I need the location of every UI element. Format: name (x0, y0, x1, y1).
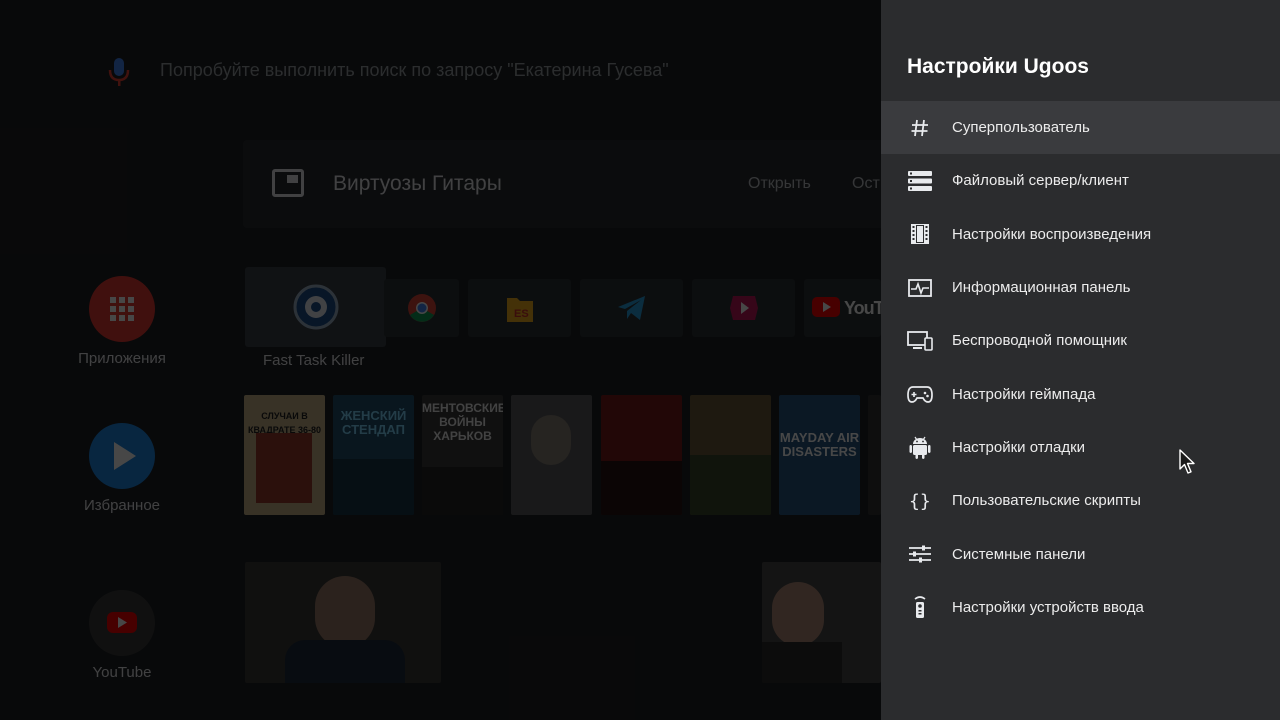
menu-item-system-panels[interactable]: Системные панели (881, 527, 1280, 580)
banner-open-button[interactable]: Открыть (748, 175, 811, 193)
poster-card[interactable] (690, 395, 771, 515)
microphone-icon[interactable] (108, 57, 130, 87)
poster-card[interactable]: ЖЕНСКИЙ СТЕНДАП (333, 395, 414, 515)
gamepad-icon (907, 381, 933, 407)
sliders-icon (907, 541, 933, 567)
film-icon (907, 221, 933, 247)
menu-item-label: Беспроводной помощник (952, 332, 1127, 350)
apps-grid-icon (89, 276, 155, 342)
menu-item-file-server[interactable]: Файловый сервер/клиент (881, 154, 1280, 207)
sidebar-item-apps[interactable]: Приложения (76, 276, 168, 367)
menu-item-label: Настройки геймпада (952, 385, 1096, 403)
menu-item-label: Информационная панель (952, 279, 1131, 297)
poster-card[interactable] (601, 395, 682, 515)
play-icon (89, 423, 155, 489)
menu-item-label: Файловый сервер/клиент (952, 172, 1129, 190)
sidebar-item-label: Избранное (83, 497, 161, 514)
android-icon (907, 434, 933, 460)
braces-icon: {} (907, 488, 933, 514)
menu-item-input-devices[interactable]: Настройки устройств ввода (881, 581, 1280, 634)
sidebar-item-label: Приложения (78, 350, 166, 367)
svg-text:{}: {} (909, 491, 931, 512)
search-hint[interactable]: Попробуйте выполнить поиск по запросу "Е… (160, 60, 669, 81)
youtube-icon (89, 590, 155, 656)
panel-title: Настройки Ugoos (907, 55, 1089, 78)
menu-item-label: Системные панели (952, 545, 1086, 563)
poster-card[interactable] (511, 395, 592, 515)
sidebar-item-label: YouTube (92, 664, 152, 681)
devices-icon (907, 328, 933, 354)
menu-item-playback-settings[interactable]: Настройки воспроизведения (881, 208, 1280, 261)
banner-title: Виртуозы Гитары (333, 172, 502, 195)
poster-card[interactable]: MAYDAY AIR DISASTERS (779, 395, 860, 515)
fast-task-killer-icon (293, 284, 338, 330)
video-player-icon (729, 296, 758, 320)
banner-secondary-button[interactable]: Ост (852, 175, 880, 193)
menu-item-user-scripts[interactable]: {} Пользовательские скрипты (881, 474, 1280, 527)
hash-icon (907, 115, 933, 141)
remote-icon (907, 594, 933, 620)
es-file-explorer-icon: ES (506, 298, 533, 322)
focused-app-label: Fast Task Killer (263, 352, 365, 369)
monitor-pulse-icon (907, 275, 933, 301)
ugoos-settings-panel: Настройки Ugoos Суперпользователь Файлов… (881, 0, 1280, 720)
video-thumbnail[interactable] (762, 562, 881, 683)
app-tile-video-player[interactable] (692, 279, 795, 337)
menu-item-gamepad-settings[interactable]: Настройки геймпада (881, 367, 1280, 420)
featured-banner[interactable]: Виртуозы Гитары Открыть Ост (243, 140, 943, 228)
app-tile-telegram[interactable] (580, 279, 683, 337)
telegram-icon (617, 296, 645, 320)
menu-item-label: Пользовательские скрипты (952, 492, 1141, 510)
poster-card[interactable] (868, 395, 881, 515)
sidebar-item-favorites[interactable]: Избранное (76, 423, 168, 514)
menu-item-label: Настройки отладки (952, 438, 1086, 456)
menu-item-superuser[interactable]: Суперпользователь (881, 101, 1280, 155)
poster-card[interactable]: СЛУЧАИ В КВАДРАТЕ 36-80 (244, 395, 325, 515)
app-tile-youtube[interactable]: YouTu (804, 279, 893, 337)
youtube-icon (812, 297, 840, 317)
picture-in-picture-icon (272, 169, 304, 197)
video-thumbnail[interactable] (245, 562, 441, 683)
app-tile-chrome[interactable] (384, 279, 459, 337)
menu-item-label: Настройки устройств ввода (952, 598, 1144, 616)
app-tile-fast-task-killer[interactable] (245, 267, 386, 347)
menu-item-label: Настройки воспроизведения (952, 225, 1152, 243)
menu-item-wireless-assistant[interactable]: Беспроводной помощник (881, 314, 1280, 367)
app-tile-es-explorer[interactable]: ES (468, 279, 571, 337)
sidebar-item-youtube[interactable]: YouTube (76, 590, 168, 681)
menu-item-debug-settings[interactable]: Настройки отладки (881, 421, 1280, 474)
svg-text:ES: ES (514, 308, 529, 320)
chrome-icon (407, 294, 436, 322)
poster-card[interactable]: МЕНТОВСКИЕ ВОЙНЫ ХАРЬКОВ (422, 395, 503, 515)
menu-item-info-panel[interactable]: Информационная панель (881, 261, 1280, 314)
settings-menu: Суперпользователь Файловый сервер/клиент… (881, 101, 1280, 634)
menu-item-label: Суперпользователь (952, 119, 1090, 137)
server-icon (907, 168, 933, 194)
